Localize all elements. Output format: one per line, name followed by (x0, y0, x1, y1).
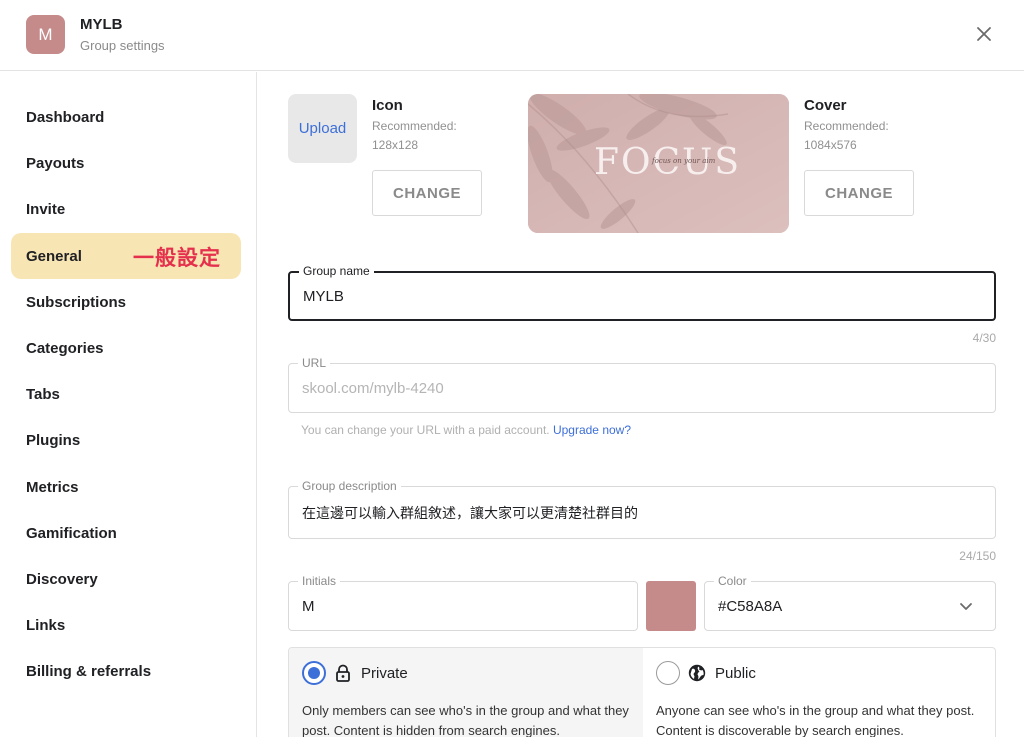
sidebar-item-plugins[interactable]: Plugins (11, 417, 241, 463)
cover-change-button[interactable]: CHANGE (804, 170, 914, 216)
url-label: URL (298, 356, 331, 370)
url-helper-message: You can change your URL with a paid acco… (301, 423, 550, 437)
cover-title: Cover (804, 97, 847, 114)
cover-recommended-label: Recommended: (804, 119, 889, 133)
group-description-field[interactable]: Group description 在這邊可以輸入群組敘述，讓大家可以更清楚社群… (288, 479, 996, 539)
group-name-counter: 4/30 (972, 331, 996, 345)
globe-icon (688, 664, 706, 682)
cover-recommended-size: 1084x576 (804, 138, 857, 152)
initials-field[interactable]: Initials M (288, 574, 638, 631)
close-icon (977, 27, 991, 41)
privacy-option-private[interactable]: Private Only members can see who's in th… (289, 648, 643, 737)
sidebar-item-billing-referrals[interactable]: Billing & referrals (11, 648, 241, 694)
group-description-counter: 24/150 (959, 549, 996, 563)
private-description: Only members can see who's in the group … (302, 703, 629, 737)
private-label: Private (361, 665, 408, 682)
private-radio[interactable] (302, 661, 326, 685)
icon-recommended-label: Recommended: (372, 119, 457, 133)
group-description-value: 在這邊可以輸入群組敘述，讓大家可以更清楚社群目的 (302, 506, 638, 522)
sidebar-item-tabs[interactable]: Tabs (11, 371, 241, 417)
color-label: Color (714, 574, 751, 588)
icon-recommended-size: 128x128 (372, 138, 419, 152)
icon-change-button[interactable]: CHANGE (372, 170, 482, 216)
icon-upload-button[interactable]: Upload (288, 94, 357, 163)
group-description-label: Group description (298, 479, 401, 493)
group-name-value: MYLB (303, 288, 344, 305)
sidebar-item-categories[interactable]: Categories (11, 325, 241, 371)
group-name-field[interactable]: Group name MYLB (288, 264, 996, 321)
color-value: #C58A8A (718, 598, 783, 615)
sidebar-item-gamification[interactable]: Gamification (11, 510, 241, 556)
group-title: MYLB (80, 16, 123, 33)
cover-script-text: focus on your aim (652, 157, 716, 165)
sidebar-item-dashboard[interactable]: Dashboard (11, 94, 241, 140)
sidebar-item-subscriptions[interactable]: Subscriptions (11, 279, 241, 325)
color-swatch[interactable] (646, 581, 696, 631)
privacy-option-public[interactable]: Public Anyone can see who's in the group… (643, 648, 995, 737)
url-helper-text: You can change your URL with a paid acco… (301, 423, 631, 437)
lock-icon (336, 664, 350, 682)
sidebar-item-payouts[interactable]: Payouts (11, 140, 241, 186)
public-radio[interactable] (656, 661, 680, 685)
upgrade-link[interactable]: Upgrade now? (553, 423, 631, 437)
public-label: Public (715, 665, 756, 682)
close-button[interactable] (972, 22, 996, 46)
group-subtitle: Group settings (80, 38, 165, 53)
url-value: skool.com/mylb-4240 (302, 380, 444, 397)
settings-header: M MYLB Group settings (0, 0, 1024, 71)
initials-value: M (302, 598, 315, 615)
color-select[interactable]: Color #C58A8A (704, 574, 996, 631)
group-name-label: Group name (299, 264, 374, 278)
sidebar-item-discovery[interactable]: Discovery (11, 556, 241, 602)
initials-label: Initials (298, 574, 341, 588)
annotation-label: 一般設定 (133, 247, 221, 270)
url-field: URL skool.com/mylb-4240 (288, 356, 996, 413)
privacy-options: Private Only members can see who's in th… (288, 647, 996, 737)
cover-image: FOCUS focus on your aim (528, 94, 789, 233)
icon-title: Icon (372, 97, 403, 114)
sidebar-item-invite[interactable]: Invite (11, 186, 241, 232)
sidebar-item-metrics[interactable]: Metrics (11, 464, 241, 510)
public-description: Anyone can see who's in the group and wh… (656, 703, 975, 737)
sidebar-item-links[interactable]: Links (11, 602, 241, 648)
chevron-down-icon (960, 603, 972, 610)
group-avatar: M (26, 15, 65, 54)
